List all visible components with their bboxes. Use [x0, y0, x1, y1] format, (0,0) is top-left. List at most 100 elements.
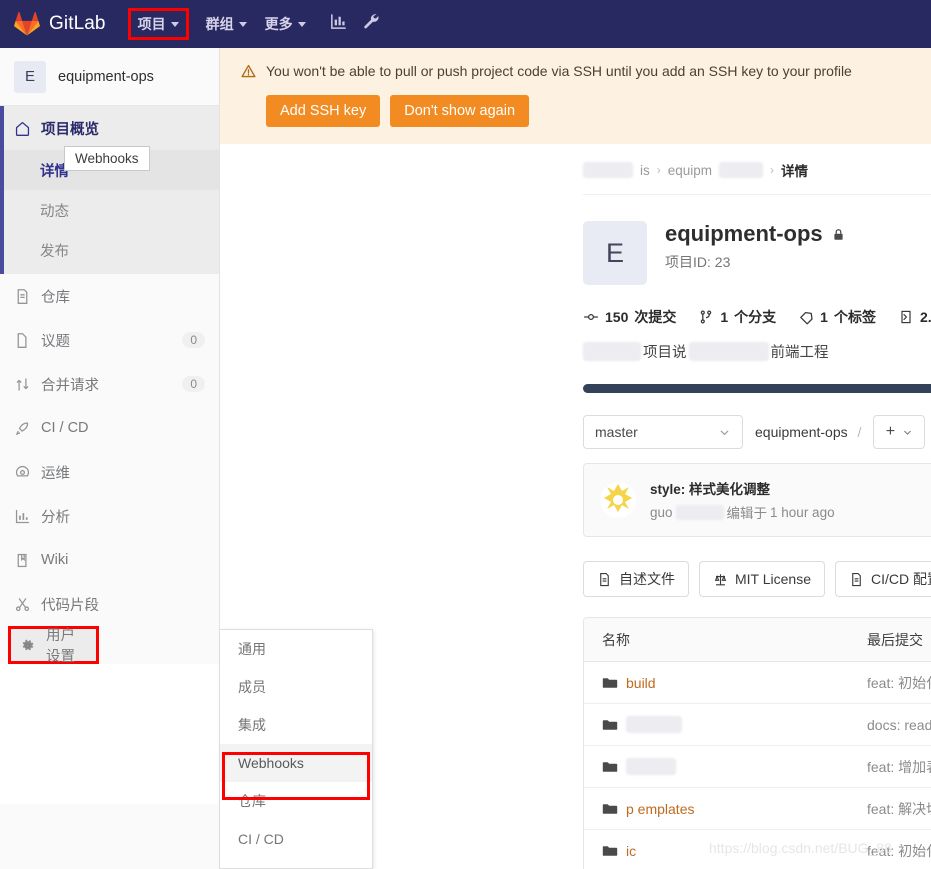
nav-item-groups-label: 群组 — [206, 14, 234, 34]
flyout-item-members[interactable]: 成员 — [220, 668, 372, 706]
nav-item-more[interactable]: 更多 — [256, 8, 315, 40]
file-commit-message: feat: 初始化 — [867, 841, 931, 861]
stat-tags[interactable]: 1 个标签 — [798, 307, 876, 327]
sidebar-item-settings[interactable]: 用户设置 — [8, 626, 99, 664]
breadcrumb-separator-icon: › — [770, 163, 774, 177]
description-text-2: 前端工程 — [771, 341, 829, 362]
stat-commits[interactable]: 150 次提交 — [583, 307, 676, 327]
readme-button[interactable]: 自述文件 — [583, 561, 689, 597]
flyout-item-webhooks[interactable]: Webhooks — [220, 744, 372, 782]
cicd-config-button[interactable]: CI/CD 配置 — [835, 561, 931, 597]
sidebar-item-snippets[interactable]: 代码片段 — [0, 582, 219, 626]
chevron-down-icon — [298, 22, 306, 27]
flyout-item-integrations-label: 集成 — [238, 715, 266, 735]
ssh-key-alert: You won't be able to pull or push projec… — [220, 48, 931, 144]
column-header-last-commit: 最后提交 — [867, 630, 931, 650]
project-sidebar: E equipment-ops 项目概览 详情 动态 发布 — [0, 48, 220, 869]
commit-meta: guo 编辑于 1 hour ago — [650, 502, 835, 522]
merge-requests-count-badge: 0 — [182, 376, 205, 392]
page-title: equipment-ops — [665, 221, 823, 247]
description-blur-2 — [689, 342, 769, 361]
analytics-chart-icon[interactable] — [329, 12, 348, 36]
sidebar-item-analytics[interactable]: 分析 — [0, 494, 219, 538]
table-row[interactable]: build feat: 初始化 — [584, 662, 931, 704]
sidebar-item-wiki[interactable]: Wiki — [0, 538, 219, 582]
nav-item-projects-label: 项目 — [138, 14, 166, 34]
license-button[interactable]: MIT License — [699, 561, 825, 597]
license-button-label: MIT License — [735, 571, 811, 587]
file-name[interactable]: build — [626, 675, 656, 691]
sidebar-item-issues[interactable]: 议题 0 — [0, 318, 219, 362]
table-row[interactable]: p emplates feat: 解决切 — [584, 788, 931, 830]
webhooks-tooltip: Webhooks — [64, 146, 150, 171]
sidebar-item-snippets-label: 代码片段 — [41, 594, 99, 615]
sidebar-item-cicd[interactable]: CI / CD — [0, 406, 219, 450]
nav-item-groups[interactable]: 群组 — [197, 8, 256, 40]
stat-branches[interactable]: 1 个分支 — [698, 307, 776, 327]
add-to-repo-button[interactable]: + — [873, 415, 925, 449]
wrench-admin-icon[interactable] — [362, 12, 381, 36]
breadcrumb-item-project[interactable]: equipm — [668, 163, 712, 178]
analytics-icon — [14, 508, 31, 525]
project-id-value: 23 — [715, 254, 731, 270]
sidebar-item-issues-label: 议题 — [41, 330, 70, 351]
tag-icon — [798, 309, 814, 325]
sidebar-subitem-activity[interactable]: 动态 — [0, 190, 219, 230]
dont-show-again-button[interactable]: Don't show again — [390, 95, 529, 127]
project-avatar-small: E — [14, 61, 46, 93]
file-name[interactable]: ic — [626, 843, 636, 859]
repo-path-root[interactable]: equipment-ops — [755, 424, 848, 440]
table-row[interactable]: docs: readm — [584, 704, 931, 746]
home-icon — [14, 120, 31, 137]
document-icon — [849, 572, 864, 587]
sidebar-item-repository-label: 仓库 — [41, 286, 70, 307]
file-commit-message: feat: 初始化 — [867, 673, 931, 693]
add-ssh-key-button[interactable]: Add SSH key — [266, 95, 380, 127]
commit-time: 1 hour ago — [770, 505, 835, 520]
nav-item-more-label: 更多 — [265, 14, 293, 34]
sidebar-subitem-releases-label: 发布 — [40, 240, 69, 261]
sidebar-item-operations[interactable]: 运维 — [0, 450, 219, 494]
brand-name: GitLab — [49, 13, 106, 35]
gear-icon — [19, 637, 36, 654]
file-name[interactable]: p emplates — [626, 801, 694, 817]
sidebar-item-wiki-label: Wiki — [41, 552, 68, 568]
repository-icon — [14, 288, 31, 305]
operations-icon — [14, 464, 31, 481]
table-row[interactable]: feat: 增加表 — [584, 746, 931, 788]
sidebar-project-header[interactable]: E equipment-ops — [0, 48, 219, 106]
sidebar-project-name: equipment-ops — [58, 69, 154, 85]
issues-count-badge: 0 — [182, 332, 205, 348]
branch-select[interactable]: master — [583, 415, 743, 449]
breadcrumb-item-group[interactable]: is — [640, 163, 650, 178]
column-header-name: 名称 — [602, 630, 867, 650]
folder-icon — [602, 676, 618, 690]
project-description: 项目说 前端工程 — [583, 341, 931, 362]
sidebar-item-overview[interactable]: 项目概览 — [0, 106, 219, 150]
folder-icon — [602, 718, 618, 732]
storage-icon — [898, 309, 914, 325]
stat-commits-label: 次提交 — [634, 307, 676, 327]
flyout-item-general[interactable]: 通用 — [220, 630, 372, 668]
breadcrumb-blurred-group — [583, 162, 633, 178]
flyout-item-repository[interactable]: 仓库 — [220, 782, 372, 820]
flyout-item-cicd[interactable]: CI / CD — [220, 820, 372, 858]
description-blur-1 — [583, 342, 641, 361]
sidebar-subitem-releases[interactable]: 发布 — [0, 230, 219, 270]
commit-author[interactable]: guo — [650, 505, 673, 520]
sidebar-item-merge-requests[interactable]: 合并请求 0 — [0, 362, 219, 406]
repo-path-separator: / — [858, 424, 862, 440]
flyout-item-integrations[interactable]: 集成 — [220, 706, 372, 744]
nav-item-projects[interactable]: 项目 — [128, 8, 189, 40]
file-commit-message: feat: 解决切 — [867, 799, 931, 819]
flyout-item-cicd-label: CI / CD — [238, 831, 284, 847]
commit-message[interactable]: style: 样式美化调整 — [650, 478, 835, 498]
sidebar-item-repository[interactable]: 仓库 — [0, 274, 219, 318]
chevron-down-icon — [718, 426, 731, 439]
folder-icon — [602, 844, 618, 858]
lock-icon — [831, 227, 846, 242]
table-row[interactable]: ic feat: 初始化 — [584, 830, 931, 869]
project-id: 项目ID: 23 — [665, 252, 846, 272]
file-commit-message: feat: 增加表 — [867, 757, 931, 777]
project-stats: 150 次提交 1 个分支 1 个标签 — [583, 307, 931, 327]
